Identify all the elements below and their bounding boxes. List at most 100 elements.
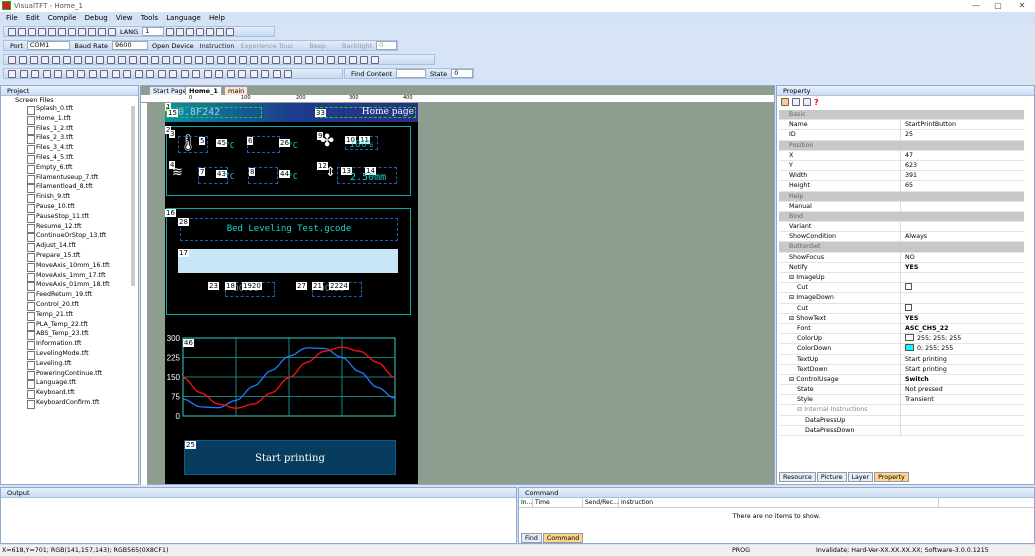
property-value[interactable]: 391 (901, 171, 1024, 180)
picture-icon[interactable] (272, 55, 280, 64)
property-row[interactable]: State Not pressed (779, 385, 1024, 396)
property-value[interactable]: 47 (901, 151, 1024, 160)
property-value[interactable]: NO (901, 253, 1024, 262)
file-item[interactable]: Finish_9.tft (1, 193, 138, 203)
file-item[interactable]: Filamentload_8.tft (1, 183, 138, 194)
close-button[interactable]: ✕ (1014, 1, 1030, 11)
pen-icon[interactable] (349, 55, 357, 64)
property-value[interactable] (901, 303, 1024, 313)
space-v-icon[interactable] (192, 69, 200, 78)
property-value[interactable]: Start printing (901, 355, 1024, 364)
download-icon[interactable] (206, 27, 215, 36)
new-project-icon[interactable] (8, 27, 16, 36)
layer-icon[interactable] (65, 69, 74, 78)
file-item[interactable]: ABS_Temp_23.tft (1, 330, 138, 341)
port-select[interactable]: COM1 (26, 41, 71, 50)
baud-rate-select[interactable]: 9600 (112, 41, 148, 50)
start-printing-button[interactable]: Start printing (184, 440, 396, 475)
same-size-icon[interactable] (169, 69, 177, 78)
property-row[interactable]: Variant (779, 222, 1024, 233)
property-value[interactable]: Switch (901, 375, 1024, 384)
property-value[interactable]: 0; 255; 255 (901, 344, 1024, 353)
center-h-icon[interactable] (123, 69, 131, 78)
file-item[interactable]: PLA_Temp_22.tft (1, 321, 138, 331)
bring-front-icon[interactable] (8, 69, 16, 78)
chart-icon[interactable] (217, 55, 225, 64)
brush-icon[interactable] (338, 55, 346, 64)
property-value[interactable]: 623 (901, 161, 1024, 170)
property-value[interactable]: StartPrintButton (901, 120, 1024, 129)
save-icon[interactable] (48, 27, 56, 36)
property-value[interactable] (901, 202, 1024, 211)
file-item[interactable]: Home_1.tft (1, 115, 138, 125)
menu-file[interactable]: File (6, 14, 18, 22)
file-item[interactable]: Temp_21.tft (1, 311, 138, 321)
123-icon[interactable] (108, 27, 116, 36)
property-row[interactable]: ColorUp 255; 255; 255 (779, 334, 1024, 345)
property-value[interactable]: 25 (901, 130, 1024, 139)
column-header[interactable]: Time (533, 498, 583, 507)
menu-language[interactable]: Language (166, 14, 201, 22)
open-icon[interactable] (38, 27, 46, 36)
property-row[interactable]: Height 65 (779, 181, 1024, 192)
align-right-icon[interactable] (88, 69, 97, 78)
cut-icon[interactable] (68, 27, 76, 36)
tab-property[interactable]: Property (874, 472, 909, 482)
property-row[interactable]: DataPressUp (779, 415, 1024, 426)
property-row[interactable]: Style Transient (779, 395, 1024, 406)
copy-layer-icon[interactable] (54, 69, 62, 78)
undo-icon[interactable] (166, 27, 175, 36)
property-row[interactable]: ID 25 (779, 130, 1024, 141)
instruction-button[interactable]: Instruction (198, 42, 237, 50)
lock-icon[interactable] (98, 27, 106, 36)
backlight-input[interactable]: 0 (376, 41, 397, 50)
property-row[interactable]: ShowCondition Always (779, 232, 1024, 243)
property-value[interactable] (901, 293, 1024, 302)
minimize-button[interactable]: — (968, 1, 984, 11)
snap-icon[interactable] (284, 69, 292, 78)
property-row[interactable]: Font ASC_CHS_22 (779, 323, 1024, 335)
open-device-button[interactable]: Open Device (150, 42, 196, 50)
property-value[interactable]: 65 (901, 181, 1024, 190)
space-h-icon[interactable] (180, 69, 189, 78)
property-row[interactable]: Name StartPrintButton (779, 120, 1024, 131)
project-scrollbar[interactable] (131, 106, 135, 286)
paste-icon[interactable] (88, 27, 96, 36)
help-icon[interactable]: ? (814, 98, 819, 108)
property-value[interactable] (901, 426, 1024, 435)
menu-icon[interactable] (239, 55, 247, 64)
property-row[interactable]: Manual (779, 201, 1024, 212)
icon-icon[interactable] (305, 55, 313, 64)
property-value[interactable]: Not pressed (901, 385, 1024, 394)
tab-find[interactable]: Find (521, 533, 542, 543)
file-item[interactable]: KeyboardConfirm.tft (1, 399, 138, 409)
file-item[interactable]: Information.tft (1, 340, 138, 350)
column-header[interactable]: Send/Rec... (583, 498, 619, 507)
menu-tools[interactable]: Tools (141, 14, 158, 22)
rectangle-icon[interactable] (41, 55, 49, 64)
file-item[interactable]: Language.tft (1, 379, 138, 390)
ungroup-icon[interactable] (42, 69, 51, 78)
device-screen[interactable]: 1 15 0.8F242 33 Home page 2 3 🌡 4 ≋ 5 45… (165, 103, 418, 484)
align-left-icon[interactable] (77, 69, 85, 78)
tab-layer[interactable]: Layer (847, 472, 874, 482)
find-content-input[interactable] (396, 69, 426, 78)
property-row[interactable]: TextDown Start printing (779, 364, 1024, 375)
zoom-in-icon[interactable] (249, 69, 258, 78)
slider-icon[interactable] (151, 55, 159, 64)
property-value[interactable] (901, 283, 1024, 292)
tab-resource[interactable]: Resource (779, 472, 816, 482)
file-item[interactable]: PoweringContinue.tft (1, 370, 138, 380)
lang-select[interactable]: 1 (142, 27, 165, 36)
hide-icon[interactable] (226, 69, 235, 78)
file-item[interactable]: Empty_6.tft (1, 164, 138, 174)
file-item[interactable]: Control_20.tft (1, 301, 138, 311)
compile-icon[interactable] (186, 27, 195, 36)
filled-ellipse-icon[interactable] (96, 55, 104, 64)
filled-circle-icon[interactable] (74, 55, 82, 64)
file-item[interactable]: LevelingMode.tft (1, 350, 138, 360)
menu-debug[interactable]: Debug (85, 14, 108, 22)
property-value[interactable] (901, 405, 1024, 414)
file-item[interactable]: Files_4_5.tft (1, 154, 138, 164)
text-icon[interactable] (107, 55, 115, 64)
